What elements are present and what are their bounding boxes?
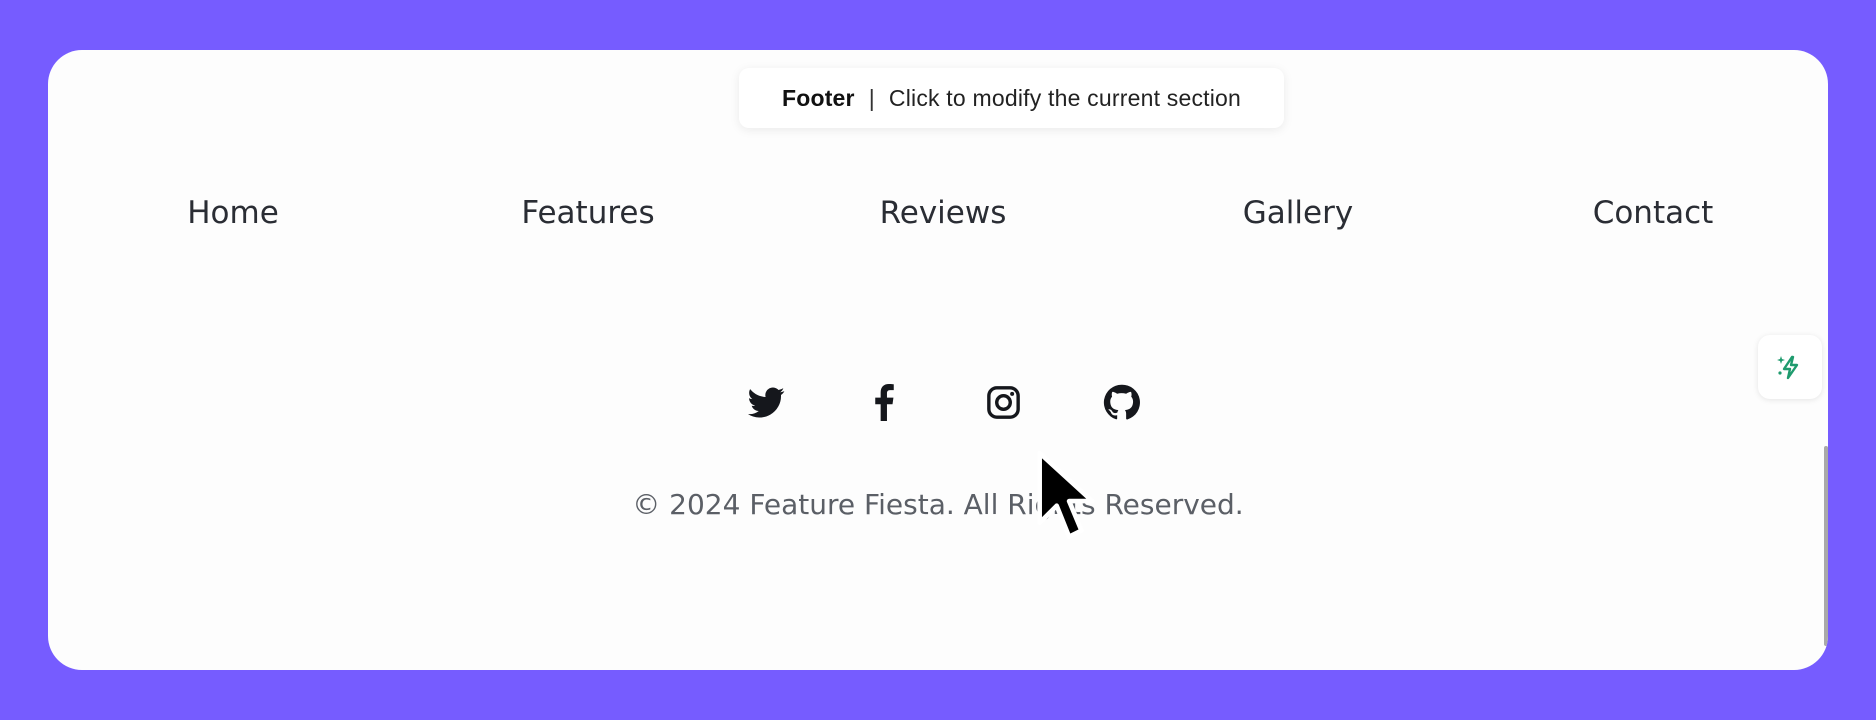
nav-link-reviews[interactable]: Reviews xyxy=(880,195,1007,231)
nav-link-home[interactable]: Home xyxy=(187,195,279,231)
section-name: Footer xyxy=(781,84,855,111)
nav-link-gallery[interactable]: Gallery xyxy=(1243,195,1353,231)
scrollbar[interactable] xyxy=(1824,446,1828,646)
section-hint: Click to modify the current section xyxy=(888,84,1242,111)
ai-assist-button[interactable] xyxy=(1758,335,1822,399)
twitter-icon[interactable] xyxy=(746,382,786,422)
instagram-icon[interactable] xyxy=(983,382,1023,422)
footer-nav: Home Features Reviews Gallery Contact xyxy=(48,195,1828,245)
facebook-icon[interactable] xyxy=(864,382,904,422)
social-links xyxy=(48,382,1828,422)
sparkle-bolt-icon xyxy=(1777,355,1799,380)
github-icon[interactable] xyxy=(1101,382,1141,422)
copyright-text: © 2024 Feature Fiesta. All Rights Reserv… xyxy=(632,488,1244,521)
footer-section[interactable]: Footer | Click to modify the current sec… xyxy=(48,50,1828,670)
nav-link-contact[interactable]: Contact xyxy=(1593,195,1714,231)
tooltip-separator: | xyxy=(868,84,875,111)
nav-link-features[interactable]: Features xyxy=(521,195,654,231)
section-tooltip[interactable]: Footer | Click to modify the current sec… xyxy=(739,68,1284,128)
